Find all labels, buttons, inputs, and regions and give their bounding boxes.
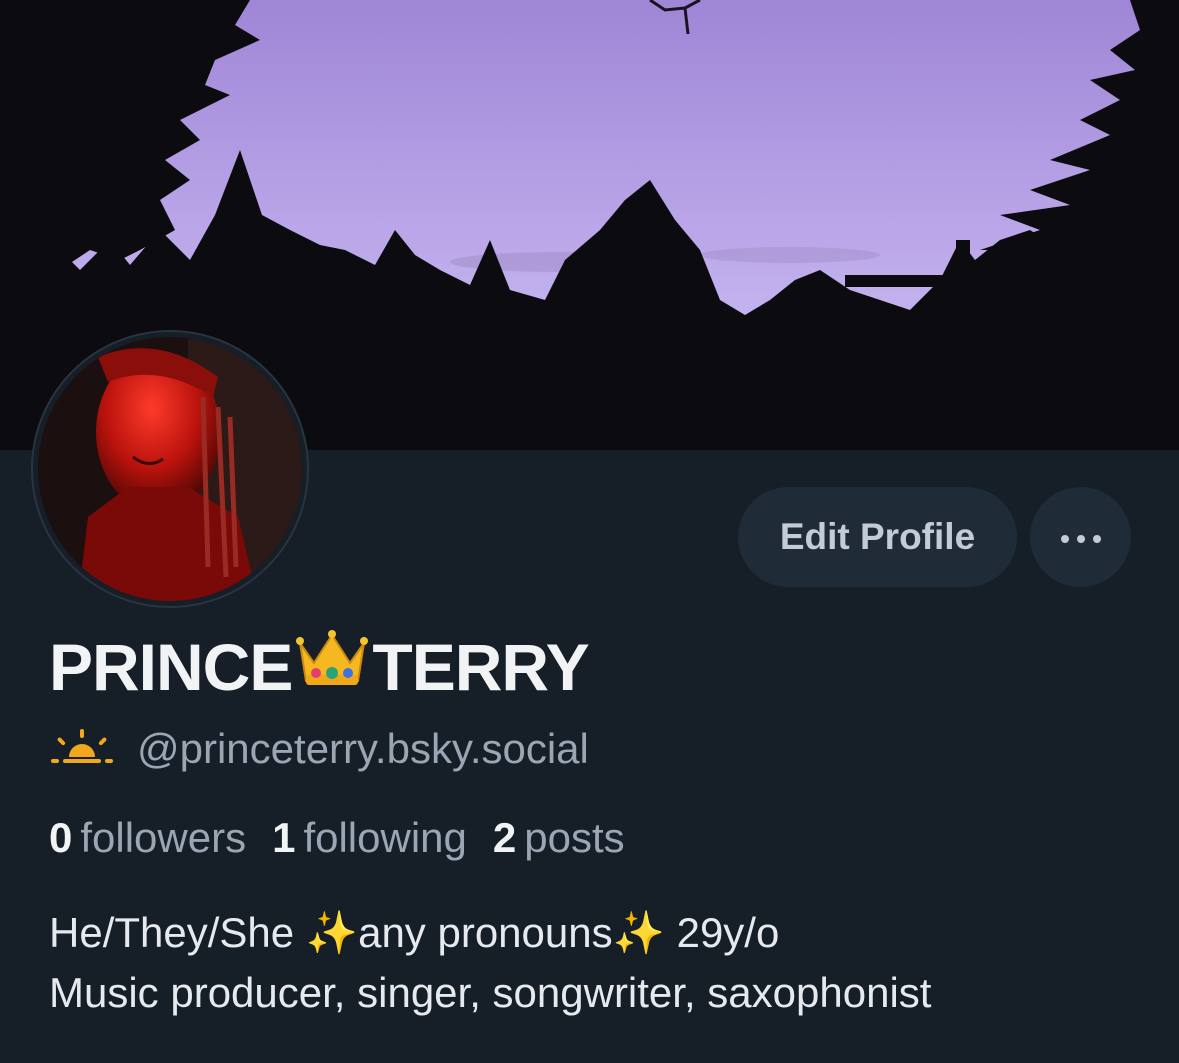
profile-stats: 0 followers 1 following 2 posts: [49, 811, 651, 865]
more-horizontal-icon: [1057, 528, 1105, 547]
crown-emoji: [296, 629, 369, 706]
edit-profile-button[interactable]: Edit Profile: [738, 487, 1017, 587]
profile-bio: He/They/She ✨any pronouns✨ 29y/o Music p…: [49, 903, 1149, 1023]
followers-label: followers: [80, 814, 247, 861]
display-name: PRINCE TERRY: [49, 627, 590, 707]
more-options-button[interactable]: [1030, 487, 1131, 587]
posts-label: posts: [524, 814, 625, 861]
posts-stat: 2 posts: [493, 814, 625, 862]
followers-stat[interactable]: 0 followers: [49, 814, 246, 862]
avatar-image: [38, 337, 302, 601]
following-stat[interactable]: 1 following: [272, 814, 467, 862]
display-name-last: TERRY: [372, 630, 589, 704]
sunrise-icon: [49, 727, 115, 771]
profile-avatar[interactable]: [31, 330, 309, 608]
bio-line-1: He/They/She ✨any pronouns✨ 29y/o: [49, 909, 780, 956]
followers-count: 0: [49, 814, 73, 861]
following-count: 1: [272, 814, 296, 861]
display-name-first: PRINCE: [49, 630, 293, 704]
profile-page: Edit Profile PRINCE TERRY @princeterry.b…: [0, 0, 1179, 1063]
following-label: following: [303, 814, 467, 861]
handle-row: @princeterry.bsky.social: [49, 722, 589, 776]
profile-handle[interactable]: @princeterry.bsky.social: [137, 725, 589, 773]
posts-count: 2: [492, 814, 517, 861]
bio-line-2: Music producer, singer, songwriter, saxo…: [49, 969, 932, 1016]
